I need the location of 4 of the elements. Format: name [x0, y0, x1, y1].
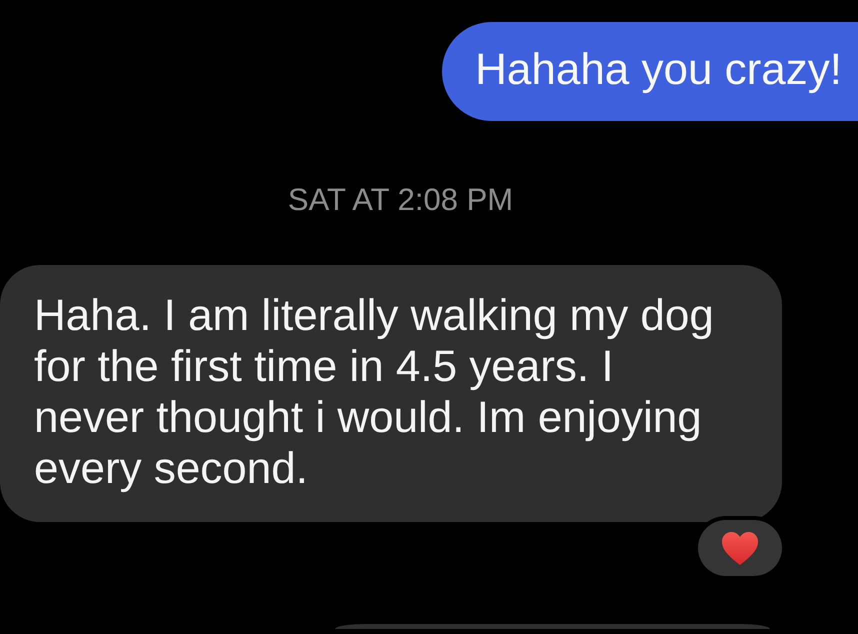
heart-icon	[722, 532, 758, 564]
message-text: Haha. I am literally walking my dog for the first time in 4.5 years. I never thought i would. Im enjoying every second.	[34, 291, 714, 493]
message-text: Hahaha you crazy!	[475, 45, 842, 94]
timestamp: SAT AT 2:08 PM	[288, 181, 514, 219]
